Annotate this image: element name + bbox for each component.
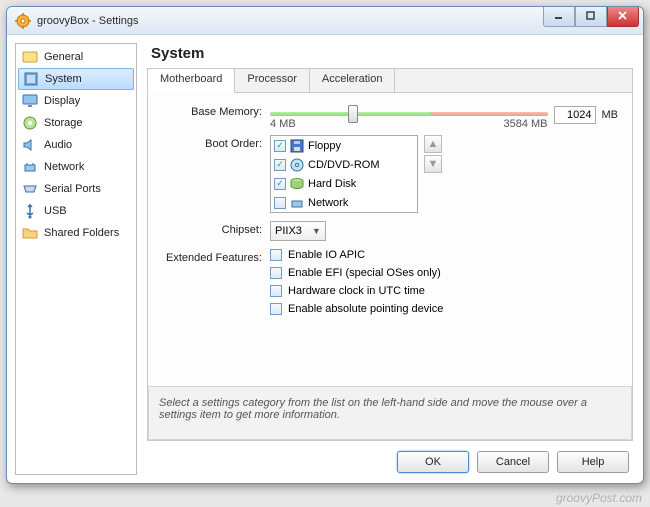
base-memory-input[interactable] xyxy=(554,106,596,124)
feature-absolute-pointing[interactable]: Enable absolute pointing device xyxy=(270,303,618,315)
close-button[interactable] xyxy=(607,7,639,27)
checkbox[interactable] xyxy=(270,285,282,297)
sidebar-item-label: Serial Ports xyxy=(44,183,101,195)
shared-folders-icon xyxy=(22,225,38,241)
checkbox[interactable] xyxy=(270,267,282,279)
slider-max-label: 3584 MB xyxy=(503,118,547,130)
app-icon xyxy=(15,13,31,29)
tab-motherboard[interactable]: Motherboard xyxy=(147,68,235,93)
sidebar-item-system[interactable]: System xyxy=(18,68,134,90)
floppy-icon xyxy=(289,138,305,154)
boot-item-label: Hard Disk xyxy=(308,178,356,190)
boot-item-floppy[interactable]: Floppy xyxy=(271,136,417,155)
sidebar-item-label: Storage xyxy=(44,117,83,129)
main-panel: System Motherboard Processor Acceleratio… xyxy=(137,35,643,483)
window-controls xyxy=(543,7,643,27)
tab-body: Base Memory: 4 MB 3584 MB xyxy=(148,93,632,378)
boot-item-label: CD/DVD-ROM xyxy=(308,159,380,171)
display-icon xyxy=(22,93,38,109)
memory-unit: MB xyxy=(602,109,619,121)
minimize-button[interactable] xyxy=(543,7,575,27)
checkbox[interactable] xyxy=(274,178,286,190)
chipset-label: Chipset: xyxy=(162,221,270,236)
sidebar: General System Display Storage Audio Net… xyxy=(15,43,137,475)
sidebar-item-label: Display xyxy=(44,95,80,107)
sidebar-item-label: USB xyxy=(44,205,67,217)
ok-button[interactable]: OK xyxy=(397,451,469,473)
serial-ports-icon xyxy=(22,181,38,197)
tabs: Motherboard Processor Acceleration xyxy=(148,69,632,93)
sidebar-item-usb[interactable]: USB xyxy=(16,200,136,222)
tab-acceleration[interactable]: Acceleration xyxy=(310,69,396,92)
row-extended: Extended Features: Enable IO APIC Enable… xyxy=(162,249,618,321)
general-icon xyxy=(22,49,38,65)
checkbox[interactable] xyxy=(270,303,282,315)
feature-io-apic[interactable]: Enable IO APIC xyxy=(270,249,618,261)
checkbox[interactable] xyxy=(274,197,286,209)
boot-item-label: Network xyxy=(308,197,348,209)
titlebar: groovyBox - Settings xyxy=(7,7,643,35)
sidebar-item-label: Audio xyxy=(44,139,72,151)
window-title: groovyBox - Settings xyxy=(37,15,139,27)
row-chipset: Chipset: PIIX3 ▼ xyxy=(162,221,618,241)
chipset-value: PIIX3 xyxy=(275,225,302,237)
sidebar-item-shared-folders[interactable]: Shared Folders xyxy=(16,222,136,244)
settings-panel: Motherboard Processor Acceleration Base … xyxy=(147,68,633,441)
sidebar-item-audio[interactable]: Audio xyxy=(16,134,136,156)
boot-order-label: Boot Order: xyxy=(162,135,270,150)
page-title: System xyxy=(147,43,633,68)
sidebar-item-label: Network xyxy=(44,161,84,173)
boot-item-label: Floppy xyxy=(308,140,341,152)
chipset-select[interactable]: PIIX3 ▼ xyxy=(270,221,326,241)
checkbox[interactable] xyxy=(274,140,286,152)
move-up-button[interactable]: ▲ xyxy=(424,135,442,153)
sidebar-item-general[interactable]: General xyxy=(16,46,136,68)
tab-processor[interactable]: Processor xyxy=(235,69,310,92)
chevron-down-icon: ▼ xyxy=(312,226,321,236)
boot-order-list[interactable]: Floppy CD/DVD-ROM Ha xyxy=(270,135,418,213)
move-down-button[interactable]: ▼ xyxy=(424,155,442,173)
help-button[interactable]: Help xyxy=(557,451,629,473)
sidebar-item-network[interactable]: Network xyxy=(16,156,136,178)
boot-item-cddvd[interactable]: CD/DVD-ROM xyxy=(271,155,417,174)
sidebar-item-serial-ports[interactable]: Serial Ports xyxy=(16,178,136,200)
row-boot-order: Boot Order: Floppy xyxy=(162,135,618,213)
checkbox[interactable] xyxy=(274,159,286,171)
boot-item-network[interactable]: Network xyxy=(271,193,417,212)
sidebar-item-label: Shared Folders xyxy=(44,227,119,239)
dialog-buttons: OK Cancel Help xyxy=(147,441,633,475)
system-icon xyxy=(23,71,39,87)
row-base-memory: Base Memory: 4 MB 3584 MB xyxy=(162,103,618,127)
feature-efi[interactable]: Enable EFI (special OSes only) xyxy=(270,267,618,279)
sidebar-item-label: System xyxy=(45,73,82,85)
sidebar-item-label: General xyxy=(44,51,83,63)
base-memory-slider[interactable]: 4 MB 3584 MB xyxy=(270,103,548,127)
feature-utc[interactable]: Hardware clock in UTC time xyxy=(270,285,618,297)
audio-icon xyxy=(22,137,38,153)
hint-box: Select a settings category from the list… xyxy=(148,386,632,440)
sidebar-item-storage[interactable]: Storage xyxy=(16,112,136,134)
sidebar-item-display[interactable]: Display xyxy=(16,90,136,112)
slider-min-label: 4 MB xyxy=(270,118,296,130)
cancel-button[interactable]: Cancel xyxy=(477,451,549,473)
network-small-icon xyxy=(289,195,305,211)
boot-item-harddisk[interactable]: Hard Disk xyxy=(271,174,417,193)
cd-icon xyxy=(289,157,305,173)
harddisk-icon xyxy=(289,176,305,192)
base-memory-label: Base Memory: xyxy=(162,103,270,118)
usb-icon xyxy=(22,203,38,219)
boot-order-arrows: ▲ ▼ xyxy=(424,135,442,175)
settings-window: groovyBox - Settings General System Disp… xyxy=(6,6,644,484)
extended-label: Extended Features: xyxy=(162,249,270,264)
maximize-button[interactable] xyxy=(575,7,607,27)
network-icon xyxy=(22,159,38,175)
checkbox[interactable] xyxy=(270,249,282,261)
watermark: groovyPost.com xyxy=(556,491,642,505)
storage-icon xyxy=(22,115,38,131)
